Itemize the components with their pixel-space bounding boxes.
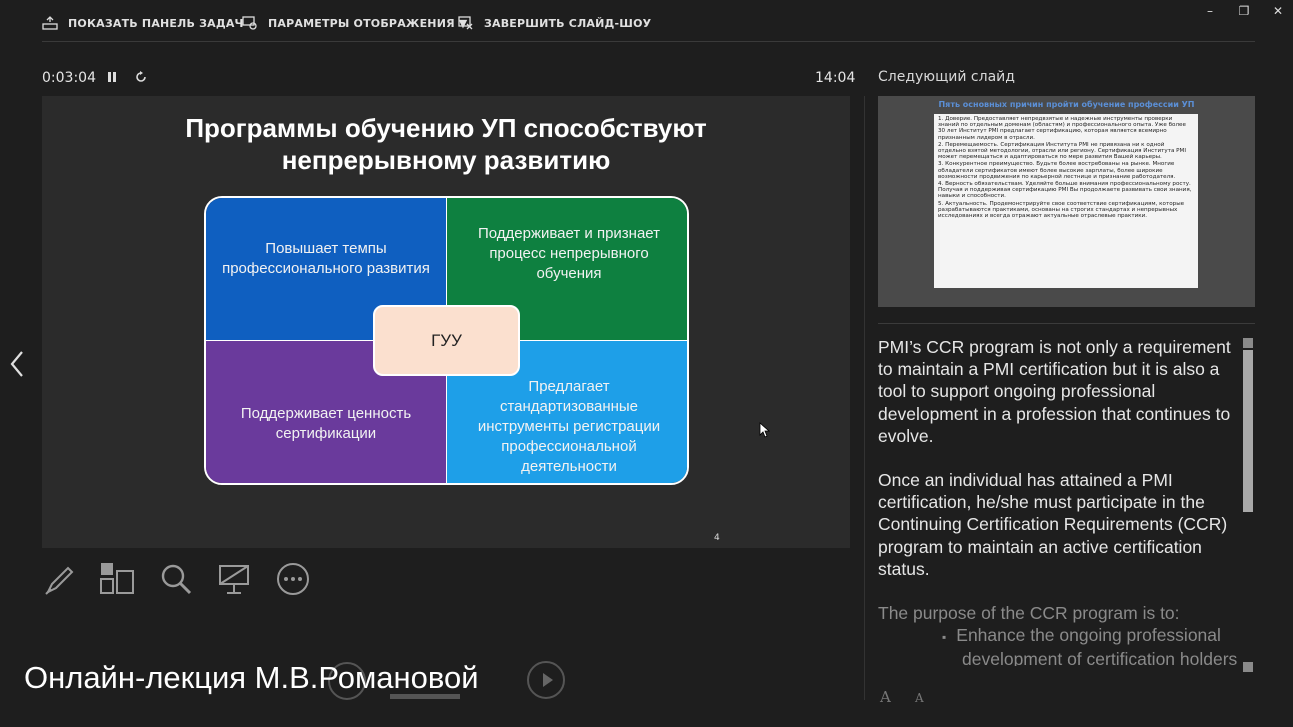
restore-button[interactable]: ❐	[1235, 4, 1253, 20]
previous-slide-arrow-icon[interactable]	[8, 348, 26, 380]
see-all-slides-icon[interactable]	[100, 562, 134, 596]
next-slide-item: 4. Верность обязательствам. Уделяйте бол…	[938, 181, 1192, 200]
display-settings-label: ПАРАМЕТРЫ ОТОБРАЖЕНИЯ ▼	[268, 16, 468, 30]
mouse-cursor-icon	[759, 422, 771, 438]
lecture-caption: Онлайн-лекция М.В.Романовой	[24, 660, 479, 695]
notes-scrollbar-thumb[interactable]	[1243, 350, 1253, 512]
end-slideshow-icon	[458, 16, 473, 30]
taskbar-icon	[42, 16, 58, 30]
black-screen-icon[interactable]	[218, 562, 252, 596]
speaker-notes[interactable]: PMI’s CCR program is not only a requirem…	[878, 336, 1238, 666]
next-slide-item: 2. Перемещаемость. Сертификация Институт…	[938, 141, 1187, 161]
next-slide-title: Пять основных причин пройти обучение про…	[938, 100, 1195, 109]
display-settings-button[interactable]: ПАРАМЕТРЫ ОТОБРАЖЕНИЯ ▼	[242, 14, 467, 32]
display-settings-icon	[242, 16, 257, 30]
decrease-font-button[interactable]: A	[915, 691, 924, 705]
more-options-icon[interactable]	[276, 562, 310, 596]
scroll-down-button[interactable]	[1243, 662, 1253, 672]
slide-page-number: 4	[714, 533, 720, 543]
center-label: ГУУ	[373, 305, 520, 376]
next-slide-item: 5. Актуальность. Продемонстрируйте свое …	[938, 200, 1185, 220]
notes-divider	[878, 323, 1255, 324]
clock: 14:04	[815, 70, 856, 86]
end-slideshow-button[interactable]: ЗАВЕРШИТЬ СЛАЙД-ШОУ	[458, 14, 651, 32]
notes-paragraph: Once an individual has attained a PMI ce…	[878, 470, 1228, 579]
slide-title: Программы обучению УП способствуют непре…	[42, 112, 850, 176]
show-taskbar-button[interactable]: ПОКАЗАТЬ ПАНЕЛЬ ЗАДАЧ	[42, 14, 244, 32]
increase-font-button[interactable]: A	[880, 688, 891, 706]
play-icon	[543, 673, 553, 687]
notes-paragraph: The purpose of the CCR program is to:	[878, 603, 1180, 624]
next-slide-thumbnail[interactable]: Пять основных причин пройти обучение про…	[878, 96, 1255, 307]
next-slide-item: 3. Конкурентное преимущество. Будьте бол…	[938, 161, 1176, 180]
restart-timer-icon[interactable]	[134, 70, 148, 84]
slide-title-line1: Программы обучению УП способствуют	[185, 113, 707, 143]
end-slideshow-label: ЗАВЕРШИТЬ СЛАЙД-ШОУ	[484, 16, 652, 30]
elapsed-timer: 0:03:04	[42, 70, 96, 86]
show-taskbar-label: ПОКАЗАТЬ ПАНЕЛЬ ЗАДАЧ	[68, 16, 244, 30]
scroll-up-button[interactable]	[1243, 338, 1253, 348]
minimize-button[interactable]: –	[1201, 4, 1219, 20]
next-slide-item: 1. Доверие. Предоставляет непредвзятые и…	[938, 116, 1186, 141]
next-slide-label: Следующий слайд	[878, 69, 1015, 85]
next-slide-body: 1. Доверие. Предоставляет непредвзятые и…	[934, 114, 1198, 288]
pen-icon[interactable]	[42, 562, 76, 596]
next-button[interactable]	[527, 661, 565, 699]
pause-icon[interactable]	[106, 70, 118, 84]
close-button[interactable]: ✕	[1269, 4, 1287, 20]
zoom-icon[interactable]	[159, 562, 193, 596]
slide-title-line2: непрерывному развитию	[281, 145, 611, 175]
panel-divider	[864, 96, 865, 700]
notes-bullet: Enhance the ongoing professional develop…	[956, 624, 1238, 666]
notes-paragraph: PMI’s CCR program is not only a requirem…	[878, 337, 1231, 446]
notes-bullet-list: Enhance the ongoing professional develop…	[878, 624, 1238, 666]
toolbar-divider	[42, 41, 1255, 42]
